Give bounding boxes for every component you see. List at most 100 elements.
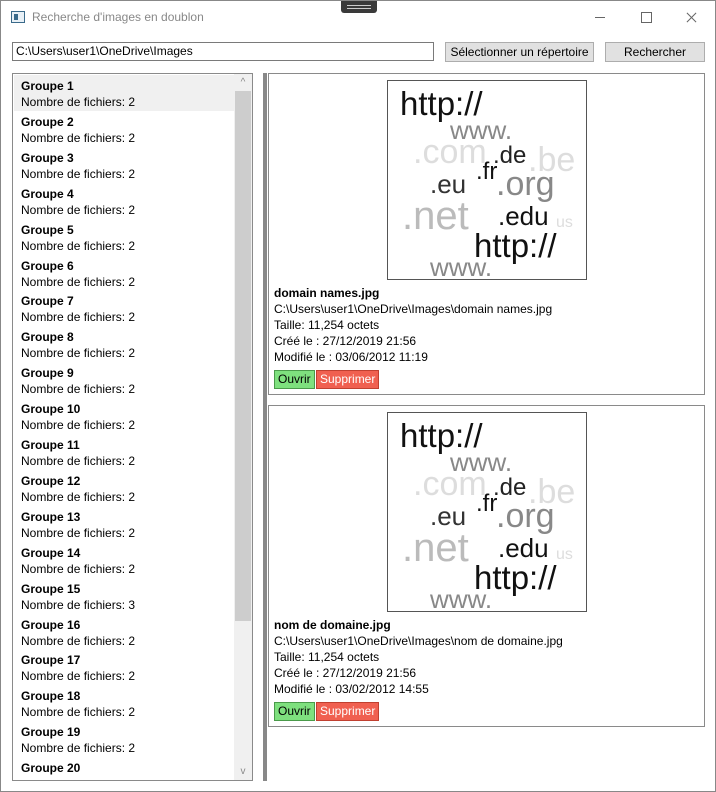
group-list-item[interactable]: Groupe 19 Nombre de fichiers: 2	[14, 721, 234, 757]
group-name: Groupe 11	[21, 438, 80, 452]
svg-text:.fr: .fr	[476, 490, 497, 517]
scroll-thumb[interactable]	[235, 91, 251, 621]
group-name: Groupe 2	[21, 114, 74, 129]
svg-text:us: us	[556, 546, 573, 563]
delete-button[interactable]: Supprimer	[316, 702, 380, 721]
svg-text:.org: .org	[496, 165, 555, 203]
group-name: Groupe 17	[21, 653, 81, 668]
group-list-item[interactable]: Groupe 15 Nombre de fichiers: 3	[14, 578, 234, 614]
svg-text:www.: www.	[429, 252, 492, 279]
group-file-count: Nombre de fichiers: 2	[21, 130, 136, 145]
group-file-count: Nombre de fichiers: 2	[21, 346, 136, 361]
group-list-item[interactable]: Groupe 4 Nombre de fichiers: 2	[14, 183, 234, 219]
svg-text:www.: www.	[429, 584, 492, 611]
group-name: Groupe 14	[21, 545, 81, 560]
group-name: Groupe 1	[21, 79, 74, 93]
open-button[interactable]: Ouvrir	[274, 370, 315, 389]
group-name: Groupe 10	[21, 402, 81, 417]
group-name: Groupe 4	[21, 186, 74, 201]
app-icon	[11, 11, 25, 23]
group-file-count: Nombre de fichiers: 2	[21, 310, 136, 325]
group-name: Groupe 9	[21, 366, 74, 381]
group-list-item[interactable]: Groupe 1 Nombre de fichiers: 2	[14, 75, 234, 111]
search-button[interactable]: Rechercher	[605, 42, 705, 62]
group-name: Groupe 7	[21, 294, 74, 309]
group-list-item[interactable]: Groupe 17 Nombre de fichiers: 2	[14, 649, 234, 685]
group-list-item[interactable]: Groupe 11 Nombre de fichiers: 2	[14, 434, 234, 470]
file-name: nom de domaine.jpg	[274, 618, 391, 632]
group-list-item[interactable]: Groupe 10 Nombre de fichiers: 2	[14, 398, 234, 434]
snap-grip[interactable]	[341, 1, 377, 13]
group-list-item[interactable]: Groupe 9 Nombre de fichiers: 2	[14, 362, 234, 398]
directory-path-input[interactable]: C:\Users\user1\OneDrive\Images	[12, 42, 434, 61]
image-thumbnail: http:// www. .com .de .be .fr .eu .org .…	[387, 80, 587, 280]
group-list-item[interactable]: Groupe 12 Nombre de fichiers: 2	[14, 470, 234, 506]
group-file-count: Nombre de fichiers: 2	[21, 705, 136, 720]
group-file-count: Nombre de fichiers: 2	[21, 202, 136, 217]
file-card: http:// www. .com .de .be .fr .eu .org .…	[268, 73, 705, 395]
file-path: C:\Users\user1\OneDrive\Images\nom de do…	[274, 634, 563, 648]
group-list-item[interactable]: Groupe 20	[14, 757, 234, 780]
delete-button[interactable]: Supprimer	[316, 370, 380, 389]
svg-text:.net: .net	[402, 526, 469, 570]
group-name: Groupe 19	[21, 725, 81, 740]
group-file-count: Nombre de fichiers: 2	[21, 382, 136, 397]
group-file-count: Nombre de fichiers: 2	[21, 489, 136, 504]
group-list-item[interactable]: Groupe 8 Nombre de fichiers: 2	[14, 326, 234, 362]
window-title: Recherche d'images en doublon	[32, 10, 204, 24]
group-list-item[interactable]: Groupe 18 Nombre de fichiers: 2	[14, 685, 234, 721]
file-created: Créé le : 27/12/2019 21:56	[274, 666, 417, 680]
group-file-count: Nombre de fichiers: 2	[21, 454, 136, 468]
group-name: Groupe 15	[21, 581, 81, 596]
file-modified: Modifié le : 03/02/2012 14:55	[274, 682, 429, 696]
group-list-item[interactable]: Groupe 5 Nombre de fichiers: 2	[14, 219, 234, 255]
group-list[interactable]: Groupe 1 Nombre de fichiers: 2 Groupe 2 Nom…	[12, 73, 253, 781]
group-file-count: Nombre de fichiers: 2	[21, 525, 136, 540]
group-list-item[interactable]: Groupe 7 Nombre de fichiers: 2	[14, 290, 234, 326]
group-name: Groupe 18	[21, 689, 81, 704]
group-name: Groupe 6	[21, 258, 74, 273]
file-modified: Modifié le : 03/06/2012 11:19	[274, 350, 428, 364]
open-button[interactable]: Ouvrir	[274, 702, 315, 721]
group-list-item[interactable]: Groupe 2 Nombre de fichiers: 2	[14, 111, 234, 147]
group-list-item[interactable]: Groupe 13 Nombre de fichiers: 2	[14, 506, 234, 542]
panel-splitter[interactable]	[263, 73, 267, 781]
group-name: Groupe 5	[21, 222, 74, 237]
file-size: Taille: 11,254 octets	[274, 318, 380, 332]
group-file-count: Nombre de fichiers: 2	[21, 238, 136, 253]
minimize-icon[interactable]	[577, 1, 623, 33]
select-directory-button[interactable]: Sélectionner un répertoire	[445, 42, 594, 62]
group-file-count: Nombre de fichiers: 2	[21, 741, 136, 756]
file-card: http:// www. .com .de .be .fr .eu .org .…	[268, 405, 705, 727]
maximize-icon[interactable]	[623, 1, 669, 33]
svg-text:.net: .net	[402, 194, 469, 238]
scroll-down-icon[interactable]: v	[234, 763, 252, 780]
file-size: Taille: 11,254 octets	[274, 650, 380, 664]
title-bar: Recherche d'images en doublon	[1, 1, 715, 33]
group-file-count: Nombre de fichiers: 2	[21, 95, 136, 109]
group-file-count: Nombre de fichiers: 2	[21, 561, 136, 576]
group-name: Groupe 20	[21, 761, 81, 776]
group-list-item[interactable]: Groupe 16 Nombre de fichiers: 2	[14, 614, 234, 650]
group-file-count: Nombre de fichiers: 2	[21, 274, 136, 289]
group-name: Groupe 13	[21, 509, 81, 524]
app-window: Recherche d'images en doublon C:\Users\u…	[0, 0, 716, 792]
file-created: Créé le : 27/12/2019 21:56	[274, 334, 417, 348]
svg-text:.fr: .fr	[476, 158, 497, 185]
group-file-count: Nombre de fichiers: 2	[21, 166, 136, 181]
group-file-count: Nombre de fichiers: 2	[21, 418, 136, 433]
group-file-count: Nombre de fichiers: 3	[21, 597, 136, 612]
group-name: Groupe 3	[21, 150, 74, 165]
group-list-item[interactable]: Groupe 3 Nombre de fichiers: 2	[14, 147, 234, 183]
group-name: Groupe 16	[21, 617, 81, 632]
group-list-item[interactable]: Groupe 14 Nombre de fichiers: 2	[14, 542, 234, 578]
svg-text:us: us	[556, 214, 573, 231]
group-name: Groupe 12	[21, 473, 81, 488]
close-icon[interactable]	[669, 1, 715, 33]
file-path: C:\Users\user1\OneDrive\Images\domain na…	[274, 302, 553, 316]
group-file-count: Nombre de fichiers: 2	[21, 669, 136, 684]
group-list-item[interactable]: Groupe 6 Nombre de fichiers: 2	[14, 255, 234, 291]
group-list-scrollbar[interactable]: ^ v	[234, 74, 252, 780]
scroll-up-icon[interactable]: ^	[234, 74, 252, 91]
svg-text:.org: .org	[496, 497, 555, 535]
